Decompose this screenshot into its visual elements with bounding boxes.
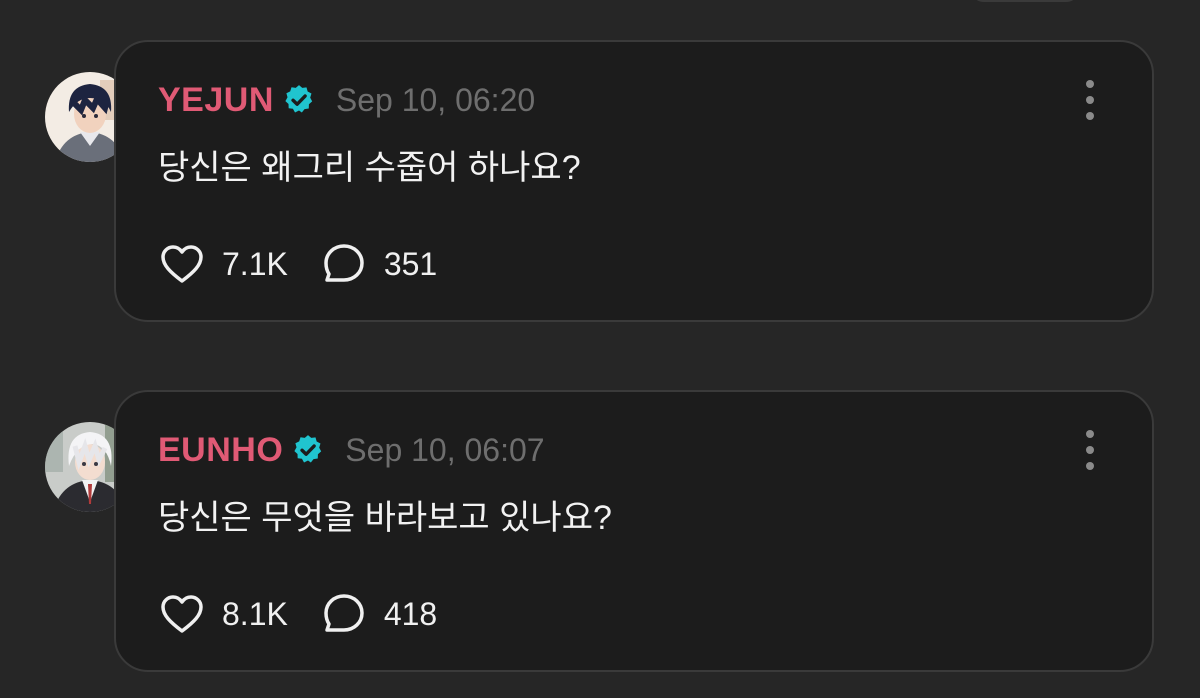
post-actions: 8.1K 418 [160, 592, 437, 636]
verified-badge-icon [285, 85, 313, 113]
post-text: 당신은 왜그리 수줍어 하나요? [158, 149, 581, 187]
like-button[interactable]: 8.1K [160, 594, 288, 634]
like-button[interactable]: 7.1K [160, 244, 288, 284]
post-text: 당신은 무엇을 바라보고 있나요? [158, 499, 612, 537]
more-vertical-icon-dot [1086, 446, 1094, 454]
heart-icon [161, 245, 203, 283]
like-count: 8.1K [222, 595, 288, 632]
reply-button[interactable]: 351 [322, 242, 437, 286]
more-vertical-icon-dot [1086, 96, 1094, 104]
more-vertical-icon [1086, 430, 1094, 438]
more-vertical-icon-dot [1086, 112, 1094, 120]
post-card[interactable]: EUNHO Sep 10, 06:07 당신은 무엇을 바라보고 있나요? 8.… [114, 390, 1154, 672]
previous-post-edge [970, 0, 1080, 2]
username[interactable]: YEJUN [158, 81, 274, 120]
heart-icon [161, 595, 203, 633]
timestamp: Sep 10, 06:20 [335, 81, 536, 118]
post-card[interactable]: YEJUN Sep 10, 06:20 당신은 왜그리 수줍어 하나요? 7.1… [114, 40, 1154, 322]
username[interactable]: EUNHO [158, 431, 283, 470]
post-header: EUNHO Sep 10, 06:07 [158, 428, 545, 472]
timestamp: Sep 10, 06:07 [345, 431, 545, 468]
reply-button[interactable]: 418 [322, 592, 437, 636]
speech-bubble-icon [324, 594, 364, 632]
post-actions: 7.1K 351 [160, 242, 437, 286]
more-vertical-icon-dot [1086, 462, 1094, 470]
verified-badge-icon [294, 435, 322, 463]
more-vertical-icon [1086, 80, 1094, 88]
post-feed: YEJUN Sep 10, 06:20 당신은 왜그리 수줍어 하나요? 7.1… [0, 0, 1200, 698]
post-header: YEJUN Sep 10, 06:20 [158, 78, 535, 122]
reply-count: 418 [383, 595, 438, 632]
more-options-button[interactable] [1082, 80, 1098, 120]
like-count: 7.1K [222, 245, 288, 282]
reply-count: 351 [383, 245, 438, 282]
more-options-button[interactable] [1082, 430, 1098, 470]
speech-bubble-icon [324, 244, 364, 282]
